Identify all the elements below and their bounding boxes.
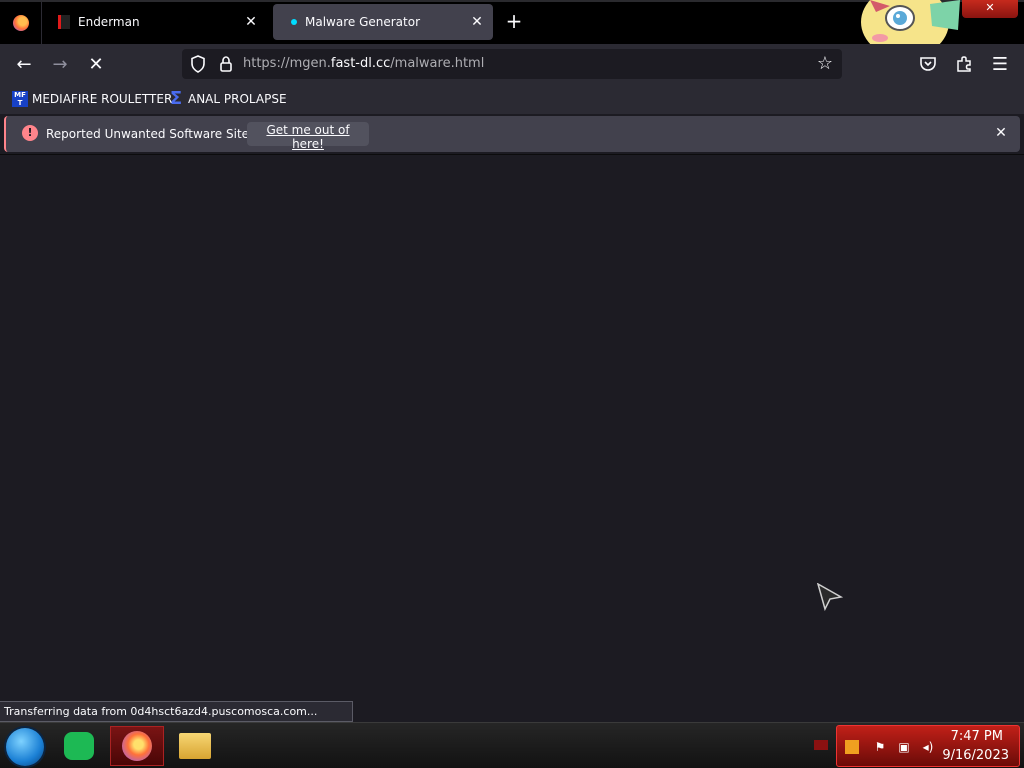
address-bar[interactable]: https://mgen.fast-dl.cc/malware.html ☆	[182, 49, 842, 79]
clock-time[interactable]: 7:47 PM	[951, 729, 1003, 744]
close-tab-icon[interactable]: ✕	[465, 10, 489, 34]
forward-arrow-icon[interactable]: →	[46, 50, 74, 78]
action-center-flag-icon[interactable]: ⚑	[873, 740, 887, 754]
clock-date[interactable]: 9/16/2023	[942, 748, 1009, 763]
tab-title: Malware Generator	[305, 15, 421, 29]
volume-icon[interactable]: ◂)	[921, 740, 935, 754]
url-prefix: https://mgen.	[243, 56, 331, 71]
tracking-shield-icon[interactable]	[190, 55, 206, 73]
tab-strip: Enderman ✕ Malware Generator ✕ + ✕	[0, 0, 1024, 58]
bookmark-second[interactable]: Σ ANAL PROLAPSE	[168, 90, 287, 108]
firefox-icon	[122, 731, 152, 761]
mediafire-icon: MF T	[12, 91, 28, 107]
loading-dot-icon	[291, 19, 297, 25]
taskbar-firefox[interactable]	[110, 726, 164, 766]
taskbar-file-explorer[interactable]	[168, 726, 222, 766]
enderman-favicon-icon	[58, 15, 70, 29]
bookmark-label: MEDIAFIRE ROULETTER	[32, 92, 173, 106]
extensions-puzzle-icon[interactable]	[950, 50, 978, 78]
tab-title: Enderman	[78, 15, 140, 29]
warning-icon: !	[22, 125, 38, 141]
get-me-out-button[interactable]: Get me out of here!	[247, 122, 369, 151]
page-content[interactable]	[0, 154, 1024, 722]
navigation-toolbar: ← → ✕ https://mgen.fast-dl.cc/malware.ht…	[0, 44, 1024, 84]
back-arrow-icon[interactable]: ←	[10, 50, 38, 78]
bookmark-mediafire-rouletter[interactable]: MF T MEDIAFIRE ROULETTER	[12, 90, 172, 108]
notes-app-icon	[64, 732, 94, 760]
notification-message: Reported Unwanted Software Site!	[46, 127, 254, 141]
network-icon[interactable]: ▣	[897, 740, 911, 754]
start-orb-button[interactable]	[6, 728, 44, 766]
firefox-view-button[interactable]	[0, 2, 42, 44]
system-tray: ⚑ ▣ ◂) 7:47 PM 9/16/2023	[836, 725, 1020, 767]
mouse-cursor-icon	[817, 583, 843, 611]
stop-loading-icon[interactable]: ✕	[82, 50, 110, 78]
show-hidden-icons-button[interactable]	[814, 740, 828, 750]
tab-malware-generator[interactable]: Malware Generator ✕	[273, 4, 493, 40]
tab-enderman[interactable]: Enderman ✕	[48, 4, 267, 40]
folder-icon	[179, 733, 211, 759]
url-path: /malware.html	[390, 56, 485, 71]
new-tab-button[interactable]: +	[502, 10, 526, 34]
close-notification-icon[interactable]: ✕	[992, 125, 1010, 143]
pocket-icon[interactable]	[914, 50, 942, 78]
tray-app-icon[interactable]	[845, 740, 859, 754]
bookmarks-toolbar: MF T MEDIAFIRE ROULETTER Σ ANAL PROLAPSE	[0, 84, 1024, 114]
status-panel: Transferring data from 0d4hsct6azd4.pusc…	[0, 701, 353, 722]
url-host: fast-dl.cc	[330, 56, 391, 71]
bookmark-label: ANAL PROLAPSE	[188, 92, 287, 106]
hamburger-menu-icon[interactable]: ☰	[986, 50, 1014, 78]
taskbar-notes-app[interactable]	[52, 726, 106, 766]
url-text[interactable]: https://mgen.fast-dl.cc/malware.html	[243, 56, 484, 71]
unwanted-software-notification: ! Reported Unwanted Software Site! Get m…	[4, 116, 1020, 152]
bookmark-star-icon[interactable]: ☆	[814, 53, 836, 75]
close-tab-icon[interactable]: ✕	[239, 10, 263, 34]
firefox-icon	[12, 15, 29, 31]
window-close-button[interactable]: ✕	[962, 0, 1018, 18]
sigma-icon: Σ	[169, 88, 183, 109]
taskbar: ⚑ ▣ ◂) 7:47 PM 9/16/2023	[0, 722, 1024, 768]
lock-icon[interactable]	[218, 55, 234, 73]
